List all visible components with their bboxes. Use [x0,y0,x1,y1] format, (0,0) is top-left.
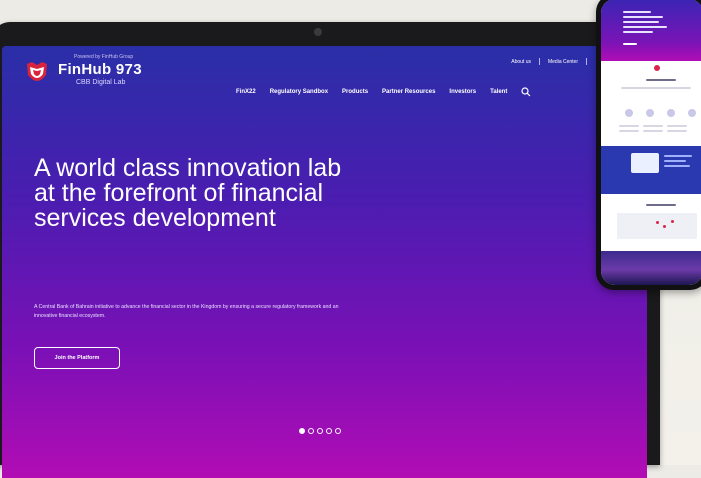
laptop-screen: Powered by FinHub Group FinHub 973 CBB D… [2,46,647,478]
phone-hero [601,0,701,61]
search-icon[interactable] [521,87,531,97]
logo-name: FinHub 973 [58,60,142,78]
nav-item-talent[interactable]: Talent [490,89,507,95]
carousel-dot[interactable] [308,428,314,434]
logo-emblem-icon [24,60,50,88]
phone-city-image [601,251,701,285]
carousel-dot[interactable] [326,428,332,434]
nav-item-products[interactable]: Products [342,89,368,95]
util-link-media[interactable]: Media Center [548,59,578,65]
carousel-dot[interactable] [299,428,305,434]
camera [314,28,322,36]
site-header: Powered by FinHub Group FinHub 973 CBB D… [2,46,647,116]
logo-tagline: Powered by FinHub Group [74,54,134,60]
nav-item-partner-resources[interactable]: Partner Resources [382,89,435,95]
logo-subtitle: CBB Digital Lab [76,78,126,86]
util-divider [538,58,540,65]
carousel-dot[interactable] [317,428,323,434]
phone-frame [596,0,701,290]
nav-item-investors[interactable]: Investors [449,89,476,95]
carousel-dot[interactable] [335,428,341,434]
logo[interactable]: Powered by FinHub Group FinHub 973 CBB D… [24,54,142,88]
hero-title: A world class innovation lab at the fore… [34,154,342,232]
carousel-dots [299,428,341,434]
utility-links: About us Media Center [511,58,587,65]
join-platform-button[interactable]: Join the Platform [34,347,120,369]
phone-device-image [631,153,659,173]
nav-item-sandbox[interactable]: Regulatory Sandbox [270,89,328,95]
phone-screen [601,0,701,285]
hero-description: A Central Bank of Bahrain initiative to … [34,304,339,319]
main-nav: FinX22 Regulatory Sandbox Products Partn… [236,87,531,97]
laptop-frame: Powered by FinHub Group FinHub 973 CBB D… [0,22,660,478]
util-divider [586,58,587,65]
nav-item-finx22[interactable]: FinX22 [236,89,256,95]
util-link-about[interactable]: About us [511,59,531,65]
